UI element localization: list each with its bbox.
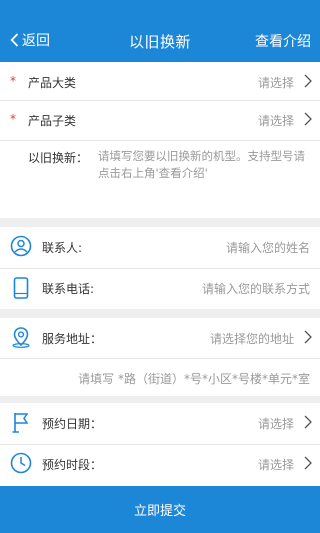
title-bar: 返回 以旧换新 查看介绍 xyxy=(0,0,320,62)
user-icon xyxy=(10,235,32,257)
category-placeholder: 请选择 xyxy=(257,76,294,90)
chevron-right-icon xyxy=(304,330,312,344)
flag-icon xyxy=(12,413,29,433)
service-address-placeholder: 请选择您的地址 xyxy=(209,332,294,346)
appointment-time-placeholder: 请选择 xyxy=(257,458,294,472)
appointment-date-label: 预约日期： xyxy=(42,417,103,431)
chevron-right-icon xyxy=(304,456,312,470)
trade-in-model-input[interactable]: 请填写您要以旧换新的机型。支持型号请点击右上角'查看介绍' xyxy=(98,148,308,182)
divider xyxy=(0,358,320,359)
submit-button[interactable]: 立即提交 xyxy=(0,486,320,533)
trade-in-label: 以旧换新： xyxy=(28,151,89,165)
service-address-label: 服务地址： xyxy=(42,332,103,346)
address-detail-input[interactable]: 请填写 *路（街道）*号*小区*号楼*单元*室 xyxy=(78,370,310,387)
appointment-section: 预约日期： 请选择 预约时段： 请选择 xyxy=(0,403,320,486)
appointment-date-placeholder: 请选择 xyxy=(257,417,294,431)
contact-phone-label: 联系电话: xyxy=(42,282,95,296)
service-address-row[interactable]: 服务地址： 请选择您的地址 xyxy=(0,318,320,358)
phone-icon xyxy=(13,277,29,299)
required-mark: * xyxy=(10,74,16,88)
appointment-date-row[interactable]: 预约日期： 请选择 xyxy=(0,403,320,443)
clock-icon xyxy=(10,452,32,474)
category-label: 产品大类 xyxy=(28,76,77,90)
subcategory-placeholder: 请选择 xyxy=(257,114,294,128)
contact-name-input[interactable]: 请输入您的姓名 xyxy=(226,239,310,256)
appointment-time-label: 预约时段： xyxy=(42,458,103,472)
contact-name-row[interactable]: 联系人: 请输入您的姓名 xyxy=(0,227,320,267)
view-intro-button[interactable]: 查看介绍 xyxy=(255,31,311,51)
subcategory-select-row[interactable]: * 产品子类 请选择 xyxy=(0,100,320,140)
chevron-right-icon xyxy=(304,112,312,126)
required-mark: * xyxy=(10,112,16,126)
contact-section: 联系人: 请输入您的姓名 联系电话: 请输入您的联系方式 xyxy=(0,227,320,309)
contact-phone-input[interactable]: 请输入您的联系方式 xyxy=(202,280,310,297)
divider xyxy=(0,140,320,141)
location-pin-icon xyxy=(12,327,30,348)
appointment-time-row[interactable]: 预约时段： 请选择 xyxy=(0,444,320,484)
subcategory-label: 产品子类 xyxy=(28,114,77,128)
address-section: 服务地址： 请选择您的地址 请填写 *路（街道）*号*小区*号楼*单元*室 xyxy=(0,318,320,396)
chevron-right-icon xyxy=(304,74,312,88)
contact-name-label: 联系人: xyxy=(42,241,83,255)
category-select-row[interactable]: * 产品大类 请选择 xyxy=(0,62,320,102)
product-section: * 产品大类 请选择 * 产品子类 请选择 以旧换新： xyxy=(0,62,320,218)
chevron-right-icon xyxy=(304,415,312,429)
contact-phone-row[interactable]: 联系电话: 请输入您的联系方式 xyxy=(0,268,320,308)
